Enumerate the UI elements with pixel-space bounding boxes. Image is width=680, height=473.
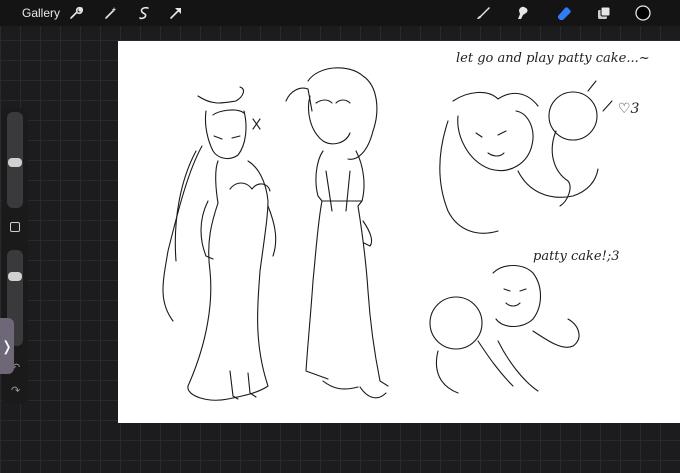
caption-top: let go and play patty cake...~ — [456, 51, 650, 66]
sketch-artwork — [162, 67, 613, 401]
brush-icon[interactable] — [473, 3, 493, 23]
selection-icon[interactable] — [134, 3, 154, 23]
layers-icon[interactable] — [594, 3, 614, 23]
caption-bottom: patty cake!;3 — [533, 249, 620, 264]
wrench-icon[interactable] — [66, 3, 86, 23]
smudge-icon[interactable] — [512, 3, 532, 23]
redo-icon[interactable]: ↷ — [11, 384, 20, 397]
modify-button[interactable] — [10, 222, 20, 232]
eraser-icon[interactable] — [554, 3, 574, 23]
opacity-handle[interactable] — [8, 272, 22, 281]
heart-note: ♡3 — [618, 101, 640, 117]
drawing-canvas[interactable]: let go and play patty cake...~ patty cak… — [118, 41, 680, 423]
brush-size-handle[interactable] — [8, 158, 22, 167]
magic-wand-icon[interactable] — [101, 3, 121, 23]
brush-size-slider[interactable] — [7, 112, 23, 208]
transform-arrow-icon[interactable] — [166, 3, 186, 23]
sidebar-toggle-tab[interactable]: ❭ — [0, 318, 14, 374]
gallery-button[interactable]: Gallery — [22, 6, 60, 20]
top-toolbar: Gallery — [0, 0, 680, 26]
color-swatch[interactable] — [633, 3, 653, 23]
